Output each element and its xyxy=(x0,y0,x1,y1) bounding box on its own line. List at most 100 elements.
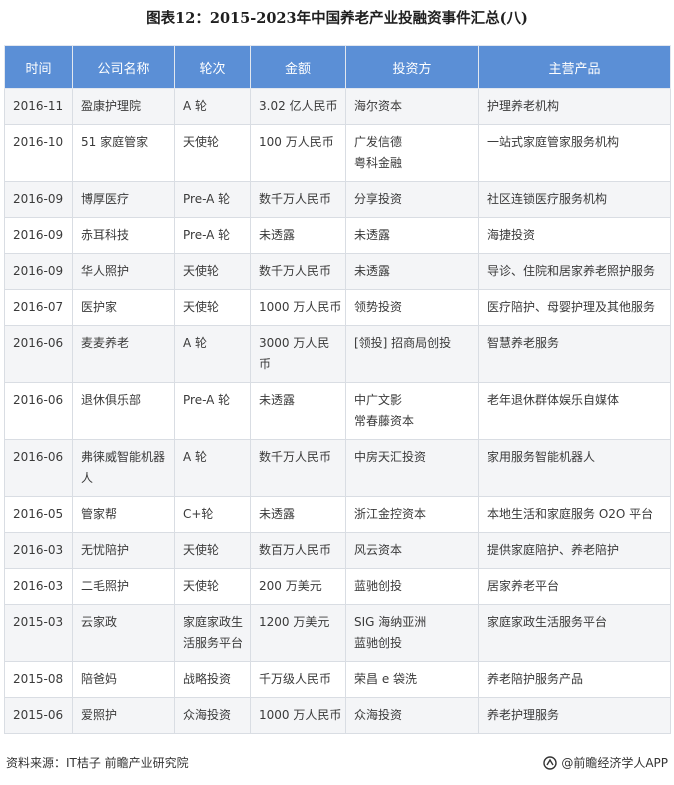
cell-company: 云家政 xyxy=(72,604,175,662)
table-row: 2016-06 麦麦养老 A 轮 3000 万人民币 [领投] 招商局创投 智慧养老服务 xyxy=(4,325,671,383)
table-row: 2016-05 管家帮 C+轮 未透露 浙江金控资本 本地生活和家庭服务 O2O 平台 xyxy=(4,496,671,533)
cell-investor: 蓝驰创投 xyxy=(345,568,479,605)
column-header-company: 公司名称 xyxy=(72,45,175,89)
cell-product: 护理养老机构 xyxy=(478,88,671,125)
cell-investor: 未透露 xyxy=(345,253,479,290)
cell-time: 2016-11 xyxy=(4,88,73,125)
cell-company: 麦麦养老 xyxy=(72,325,175,383)
cell-product: 医疗陪护、母婴护理及其他服务 xyxy=(478,289,671,326)
cell-company: 51 家庭管家 xyxy=(72,124,175,182)
table-row: 2016-09 赤耳科技 Pre-A 轮未透露 未透露 海捷投资 xyxy=(4,217,671,254)
table-row: 2016-03 二毛照护 天使轮 200 万美元 蓝驰创投 居家养老平台 xyxy=(4,568,671,605)
cell-time: 2016-06 xyxy=(4,325,73,383)
cell-round: A 轮 xyxy=(174,439,251,497)
cell-time: 2016-05 xyxy=(4,496,73,533)
cell-time: 2016-09 xyxy=(4,253,73,290)
brand-credit: @前瞻经济学人APP xyxy=(543,754,668,771)
cell-amount: 100 万人民币 xyxy=(250,124,346,182)
cell-time: 2016-06 xyxy=(4,439,73,497)
cell-company: 赤耳科技 xyxy=(72,217,175,254)
table-row: 2016-10 51 家庭管家 天使轮 100 万人民币 广发信德 粤科金融 一站式家庭管家… xyxy=(4,124,671,182)
cell-product: 海捷投资 xyxy=(478,217,671,254)
cell-amount: 数百万人民币 xyxy=(250,532,346,569)
cell-time: 2016-07 xyxy=(4,289,73,326)
cell-product: 智慧养老服务 xyxy=(478,325,671,383)
cell-company: 盈康护理院 xyxy=(72,88,175,125)
column-header-time: 时间 xyxy=(4,45,73,89)
cell-company: 医护家 xyxy=(72,289,175,326)
cell-round: 天使轮 xyxy=(174,532,251,569)
cell-time: 2016-06 xyxy=(4,382,73,440)
cell-time: 2015-08 xyxy=(4,661,73,698)
table-row: 2016-09 博厚医疗 Pre-A 轮数千万人民币 分享投资 社区连锁医疗服务机构 xyxy=(4,181,671,218)
cell-round: A 轮 xyxy=(174,88,251,125)
cell-company: 陪爸妈 xyxy=(72,661,175,698)
table-row: 2016-06 弗徕威智能机器人 A 轮数千万人民币 中房天汇投资 家用服务智能机器人 xyxy=(4,439,671,497)
cell-time: 2016-03 xyxy=(4,532,73,569)
table-row: 2016-11 盈康护理院 A 轮 3.02 亿人民币 海尔资本 护理养老机构 xyxy=(4,88,671,125)
table-body: 2016-11 盈康护理院 A 轮 3.02 亿人民币 海尔资本 护理养老机构 2016-1… xyxy=(4,88,671,734)
cell-amount: 1000 万人民币 xyxy=(250,697,346,734)
cell-product: 提供家庭陪护、养老陪护 xyxy=(478,532,671,569)
cell-amount: 数千万人民币 xyxy=(250,253,346,290)
cell-amount: 1000 万人民币 xyxy=(250,289,346,326)
cell-investor: 中房天汇投资 xyxy=(345,439,479,497)
qianzhan-logo-icon xyxy=(543,755,558,770)
cell-investor: 分享投资 xyxy=(345,181,479,218)
cell-round: 家庭家政生 活服务平台 xyxy=(174,604,251,662)
cell-amount: 1200 万美元 xyxy=(250,604,346,662)
cell-investor: 中广文影 常春藤资本 xyxy=(345,382,479,440)
cell-amount: 数千万人民币 xyxy=(250,439,346,497)
cell-amount: 未透露 xyxy=(250,382,346,440)
cell-round: 天使轮 xyxy=(174,289,251,326)
cell-company: 无忧陪护 xyxy=(72,532,175,569)
cell-company: 博厚医疗 xyxy=(72,181,175,218)
column-header-investor: 投资方 xyxy=(345,45,479,89)
table-row: 2015-06 爱照护 众海投资 1000 万人民币 众海投资 养老护理服务 xyxy=(4,697,671,734)
cell-round: 众海投资 xyxy=(174,697,251,734)
column-header-amount: 金额 xyxy=(250,45,346,89)
cell-round: Pre-A 轮 xyxy=(174,181,251,218)
table-header-row: 时间 公司名称 轮次 金额 投资方 主营产品 xyxy=(4,45,671,89)
cell-amount: 数千万人民币 xyxy=(250,181,346,218)
cell-investor: [领投] 招商局创投 xyxy=(345,325,479,383)
cell-round: Pre-A 轮 xyxy=(174,382,251,440)
table-row: 2016-09 华人照护 天使轮 数千万人民币 未透露 导诊、住院和居家养老照护服务 xyxy=(4,253,671,290)
cell-product: 本地生活和家庭服务 O2O 平台 xyxy=(478,496,671,533)
column-header-round: 轮次 xyxy=(174,45,251,89)
cell-time: 2016-10 xyxy=(4,124,73,182)
cell-investor: SIG 海纳亚洲 蓝驰创投 xyxy=(345,604,479,662)
cell-company: 华人照护 xyxy=(72,253,175,290)
source-note: 资料来源：IT桔子 前瞻产业研究院 xyxy=(6,756,189,770)
table-row: 2016-07 医护家 天使轮 1000 万人民币 领势投资 医疗陪护、母婴护理及其他服务 xyxy=(4,289,671,326)
table-row: 2016-06 退休俱乐部 Pre-A 轮未透露 中广文影 常春藤资本 老年退休群体娱乐自… xyxy=(4,382,671,440)
cell-product: 一站式家庭管家服务机构 xyxy=(478,124,671,182)
cell-product: 社区连锁医疗服务机构 xyxy=(478,181,671,218)
cell-round: 天使轮 xyxy=(174,124,251,182)
cell-amount: 千万级人民币 xyxy=(250,661,346,698)
cell-product: 居家养老平台 xyxy=(478,568,671,605)
table-row: 2016-03 无忧陪护 天使轮 数百万人民币 风云资本 提供家庭陪护、养老陪护 xyxy=(4,532,671,569)
cell-amount: 200 万美元 xyxy=(250,568,346,605)
brand-label: @前瞻经济学人APP xyxy=(561,756,668,770)
cell-investor: 领势投资 xyxy=(345,289,479,326)
cell-amount: 未透露 xyxy=(250,217,346,254)
cell-product: 养老陪护服务产品 xyxy=(478,661,671,698)
cell-round: 战略投资 xyxy=(174,661,251,698)
cell-amount: 未透露 xyxy=(250,496,346,533)
cell-round: C+轮 xyxy=(174,496,251,533)
cell-product: 导诊、住院和居家养老照护服务 xyxy=(478,253,671,290)
cell-round: 天使轮 xyxy=(174,253,251,290)
cell-investor: 风云资本 xyxy=(345,532,479,569)
cell-company: 爱照护 xyxy=(72,697,175,734)
cell-company: 退休俱乐部 xyxy=(72,382,175,440)
table-row: 2015-03 云家政 家庭家政生 活服务平台 1200 万美元 SIG 海纳亚洲 蓝驰创投… xyxy=(4,604,671,662)
cell-amount: 3.02 亿人民币 xyxy=(250,88,346,125)
cell-investor: 海尔资本 xyxy=(345,88,479,125)
cell-time: 2016-09 xyxy=(4,181,73,218)
cell-investor: 浙江金控资本 xyxy=(345,496,479,533)
cell-company: 二毛照护 xyxy=(72,568,175,605)
cell-product: 家庭家政生活服务平台 xyxy=(478,604,671,662)
cell-product: 养老护理服务 xyxy=(478,697,671,734)
investment-events-table: 时间 公司名称 轮次 金额 投资方 主营产品 2016-11 盈康护理院 A 轮 3.… xyxy=(4,45,671,734)
